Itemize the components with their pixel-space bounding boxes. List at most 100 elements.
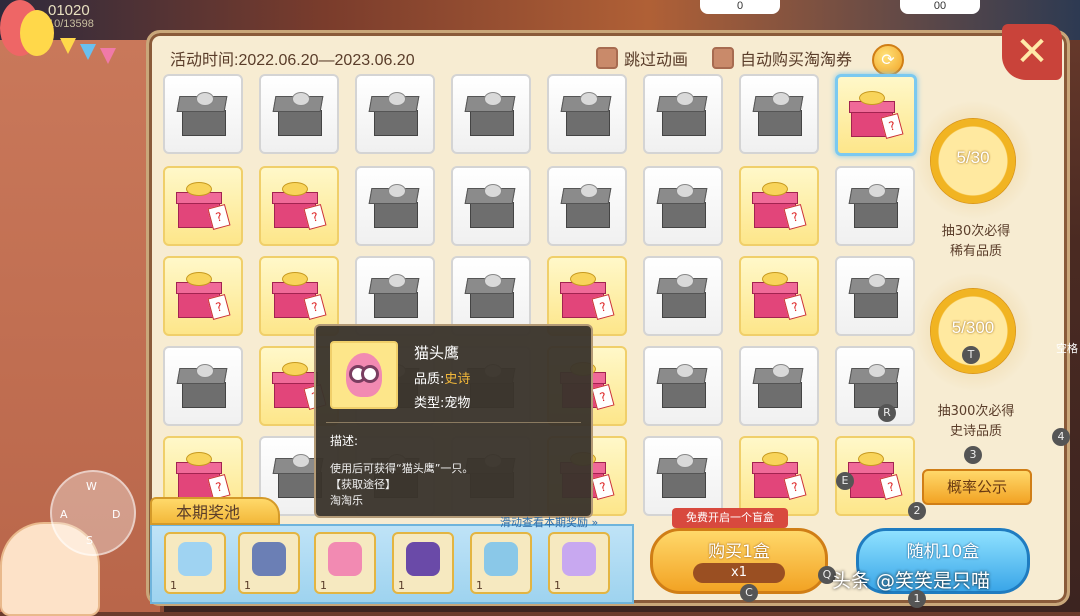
guarantee-text-300: 抽300次必得 史诗品质	[916, 402, 1036, 442]
flag-decoration	[80, 44, 96, 60]
opened-box-icon	[176, 92, 230, 136]
blind-box-cell-opened[interactable]	[739, 74, 819, 154]
blind-box-cell-opened[interactable]	[739, 346, 819, 426]
blind-box-cell-opened[interactable]	[835, 166, 915, 246]
blind-box-cell-opened[interactable]	[451, 74, 531, 154]
checkbox-label: 跳过动画	[624, 50, 689, 69]
opened-box-icon	[560, 92, 614, 136]
quality-label: 品质:	[414, 372, 445, 387]
reward-item[interactable]: 1	[314, 532, 376, 594]
progress-ring-30: 5/30	[930, 118, 1016, 204]
buy-quantity: x1	[693, 563, 785, 583]
buy-label: 购买1盒	[708, 542, 770, 562]
blind-box-cell-unopened[interactable]: ?	[739, 436, 819, 516]
item-type: 类型:宠物	[414, 392, 470, 411]
guarantee-line: 史诗品质	[949, 424, 1002, 439]
key-hint: 4	[1052, 428, 1070, 446]
reward-item[interactable]: 1	[238, 532, 300, 594]
key-hint: D	[112, 508, 121, 521]
pink-gift-box-icon: ?	[176, 272, 231, 320]
blind-box-cell-opened[interactable]	[643, 346, 723, 426]
reward-item-count: 1	[554, 579, 561, 592]
quality-value: 史诗	[444, 372, 471, 387]
opened-box-icon	[752, 364, 806, 408]
reward-pool-hint[interactable]: 滑动查看本期奖励 »	[500, 514, 598, 530]
activity-time: 活动时间:2022.06.20—2023.06.20	[170, 52, 415, 69]
key-hint: 2	[908, 502, 926, 520]
watermark: 头条 @笑笑是只喵	[832, 570, 991, 592]
coin-counter: 01020	[48, 2, 90, 19]
key-hint: C	[740, 584, 758, 602]
blind-box-cell-opened[interactable]	[643, 166, 723, 246]
blind-box-cell-unopened[interactable]: ?	[259, 166, 339, 246]
opened-box-icon	[656, 92, 710, 136]
opened-box-icon	[368, 92, 422, 136]
blind-box-cell-unopened[interactable]: ?	[163, 256, 243, 336]
reward-item[interactable]: 1	[164, 532, 226, 594]
opened-box-icon	[848, 274, 902, 318]
blind-box-cell-opened[interactable]	[835, 346, 915, 426]
opened-box-icon	[848, 364, 902, 408]
skip-animation-checkbox[interactable]: 跳过动画	[596, 46, 688, 70]
blind-box-cell-unopened[interactable]: ?	[163, 166, 243, 246]
pink-gift-box-icon: ?	[272, 272, 327, 320]
opened-box-icon	[368, 184, 422, 228]
flag-decoration	[60, 38, 76, 54]
guarantee-text-30: 抽30次必得 稀有品质	[916, 222, 1036, 262]
blind-box-cell-opened[interactable]	[355, 74, 435, 154]
reward-item-icon	[484, 542, 518, 576]
auto-buy-checkbox[interactable]: 自动购买淘淘券	[712, 46, 852, 70]
blind-box-cell-opened[interactable]	[643, 436, 723, 516]
reward-item-count: 1	[170, 579, 177, 592]
guarantee-line: 抽300次必得	[937, 404, 1015, 419]
probability-button[interactable]: 概率公示	[922, 469, 1032, 505]
blind-box-cell-opened[interactable]	[643, 256, 723, 336]
key-hint: E	[836, 472, 854, 490]
reward-item-count: 1	[476, 579, 483, 592]
item-tooltip: 猫头鹰 品质:史诗 类型:宠物 描述: 使用后可获得“猫头鹰”一只。 【获取途径…	[314, 324, 593, 518]
progress-value: 5/300	[951, 318, 995, 337]
close-icon[interactable]: ✕	[1002, 24, 1062, 80]
guarantee-line: 稀有品质	[949, 244, 1002, 259]
type-label: 类型:	[414, 396, 445, 411]
reward-item[interactable]: 1	[548, 532, 610, 594]
key-hint: W	[86, 480, 97, 493]
pink-gift-box-icon: ?	[752, 272, 807, 320]
refresh-icon[interactable]: ⟳	[872, 44, 904, 76]
checkbox-box[interactable]	[712, 47, 734, 69]
opened-box-icon	[464, 92, 518, 136]
type-value: 宠物	[444, 396, 471, 411]
blind-box-cell-opened[interactable]	[451, 166, 531, 246]
key-hint: 空格	[1056, 342, 1078, 355]
blind-box-cell-opened[interactable]	[259, 74, 339, 154]
blind-box-cell-opened[interactable]	[547, 166, 627, 246]
opened-box-icon	[368, 274, 422, 318]
pink-gift-box-icon: ?	[176, 452, 231, 500]
blind-box-cell-opened[interactable]	[355, 166, 435, 246]
checkbox-box[interactable]	[596, 47, 618, 69]
opened-box-icon	[656, 184, 710, 228]
key-hint: 3	[964, 446, 982, 464]
owl-pet-icon	[330, 341, 398, 409]
buy-one-button[interactable]: 购买1盒 x1	[650, 528, 828, 594]
opened-box-icon	[656, 364, 710, 408]
hud-pill: 0	[700, 0, 780, 14]
reward-item[interactable]: 1	[392, 532, 454, 594]
blind-box-cell-opened[interactable]	[643, 74, 723, 154]
reward-item-icon	[328, 542, 362, 576]
reward-item-icon	[252, 542, 286, 576]
reward-item[interactable]: 1	[470, 532, 532, 594]
blind-box-cell-unopened[interactable]: ?	[835, 74, 917, 156]
desc-line: 使用后可获得“猫头鹰”一只。	[330, 462, 474, 475]
blind-box-cell-unopened[interactable]: ?	[739, 256, 819, 336]
opened-box-icon	[176, 364, 230, 408]
blind-box-cell-opened[interactable]	[835, 256, 915, 336]
reward-item-count: 1	[320, 579, 327, 592]
pink-gift-box-icon: ?	[176, 182, 231, 230]
blind-box-cell-opened[interactable]	[163, 346, 243, 426]
blind-box-cell-unopened[interactable]: ?	[739, 166, 819, 246]
desc-line: 淘淘乐	[330, 494, 363, 507]
key-hint: S	[86, 534, 93, 547]
blind-box-cell-opened[interactable]	[163, 74, 243, 154]
blind-box-cell-opened[interactable]	[547, 74, 627, 154]
